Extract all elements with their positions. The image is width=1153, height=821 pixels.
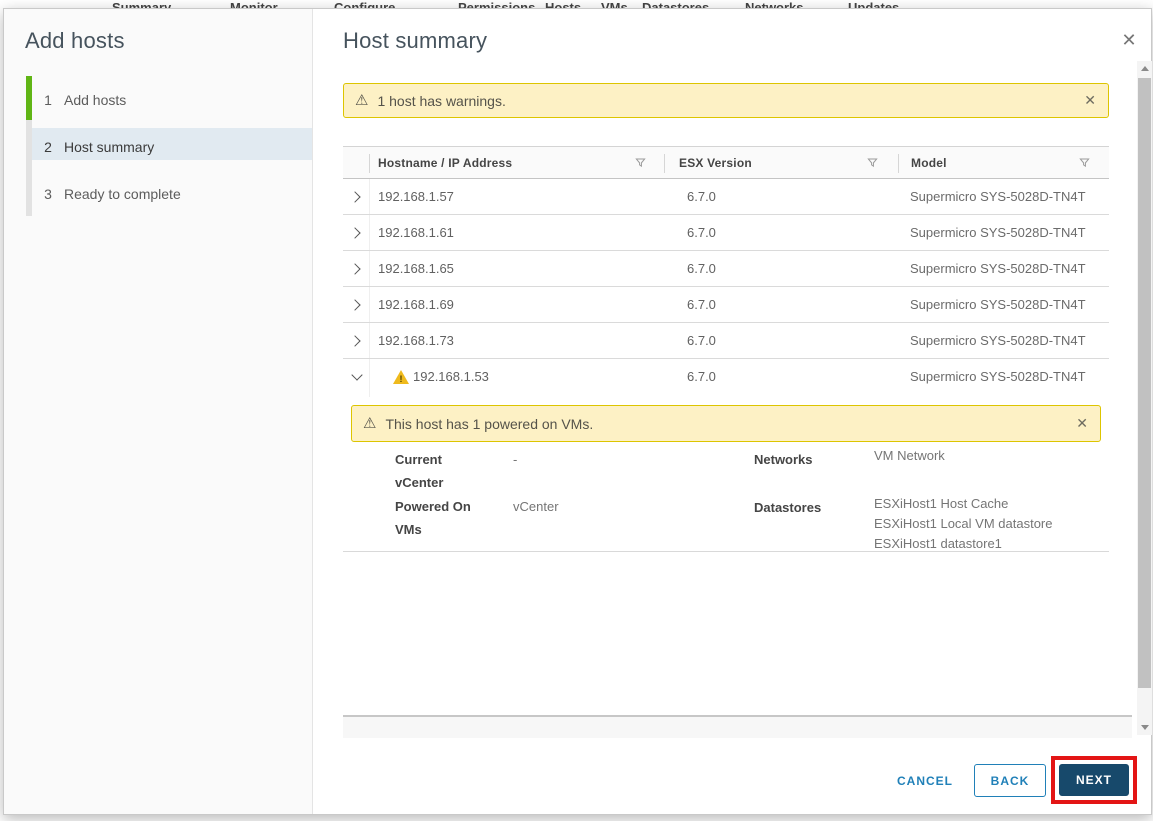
detail-divider <box>343 551 1109 552</box>
host-summary-table: Hostname / IP Address ESX Version Model … <box>343 146 1109 552</box>
powered-on-vms-label: Powered On VMs <box>395 499 471 537</box>
column-header-hostname: Hostname / IP Address <box>378 156 513 170</box>
esx-version-cell: 6.7.0 <box>687 297 716 312</box>
expand-row-icon[interactable] <box>349 299 364 313</box>
model-cell: Supermicro SYS-5028D-TN4T <box>910 225 1086 240</box>
tab-configure[interactable]: Configure <box>334 1 395 9</box>
column-header-model: Model <box>911 156 947 170</box>
wizard-steps-sidebar: Add hosts 1 Add hosts 2 Host summary 3 R… <box>4 9 313 814</box>
model-cell: Supermicro SYS-5028D-TN4T <box>910 189 1086 204</box>
table-row[interactable]: 192.168.1.69 6.7.0 Supermicro SYS-5028D-… <box>343 287 1109 323</box>
networks-label: Networks <box>754 452 813 467</box>
sidebar-step-ready-to-complete[interactable]: 3 Ready to complete <box>26 170 312 217</box>
tab-networks[interactable]: Networks <box>745 1 804 9</box>
tab-permissions[interactable]: Permissions <box>458 1 535 9</box>
expand-row-icon[interactable] <box>349 191 364 205</box>
sidebar-step-add-hosts[interactable]: 1 Add hosts <box>26 76 312 123</box>
tab-summary[interactable]: Summary <box>112 1 171 9</box>
banner-close-icon[interactable]: ✕ <box>1084 92 1096 109</box>
column-header-esx-version: ESX Version <box>679 156 752 170</box>
step-label: Host summary <box>64 138 155 155</box>
hostname-cell: 192.168.1.73 <box>378 333 454 348</box>
table-row-expanded[interactable]: 192.168.1.53 6.7.0 Supermicro SYS-5028D-… <box>343 359 1109 397</box>
model-cell: Supermicro SYS-5028D-TN4T <box>910 297 1086 312</box>
datastore-value: ESXiHost1 Host Cache <box>874 496 1009 511</box>
column-separator <box>898 154 899 173</box>
warning-text: This host has 1 powered on VMs. <box>385 415 594 432</box>
step-number: 2 <box>44 138 52 155</box>
tab-hosts[interactable]: Hosts <box>545 1 581 9</box>
next-button[interactable]: NEXT <box>1059 764 1129 796</box>
hostname-cell: 192.168.1.53 <box>413 369 489 384</box>
esx-version-cell: 6.7.0 <box>687 225 716 240</box>
table-footer-strip <box>343 715 1132 738</box>
model-cell: Supermicro SYS-5028D-TN4T <box>910 369 1086 384</box>
expand-row-icon[interactable] <box>349 335 364 349</box>
scrollbar-thumb[interactable] <box>1138 78 1151 688</box>
cancel-button[interactable]: CANCEL <box>884 767 966 795</box>
step-number: 1 <box>44 91 52 108</box>
sidebar-step-host-summary[interactable]: 2 Host summary <box>26 123 312 170</box>
page-title: Host summary <box>343 28 488 53</box>
warning-icon: ⚠ <box>355 92 369 109</box>
warning-text: 1 host has warnings. <box>377 92 506 109</box>
column-separator <box>369 154 370 173</box>
step-label: Add hosts <box>64 91 127 108</box>
add-hosts-wizard-dialog: Add hosts 1 Add hosts 2 Host summary 3 R… <box>3 8 1152 815</box>
table-row[interactable]: 192.168.1.65 6.7.0 Supermicro SYS-5028D-… <box>343 251 1109 287</box>
expand-row-icon[interactable] <box>349 263 364 277</box>
column-separator <box>664 154 665 173</box>
host-warning-banner: ⚠ This host has 1 powered on VMs. ✕ <box>351 405 1101 442</box>
hostname-cell: 192.168.1.65 <box>378 261 454 276</box>
filter-icon[interactable] <box>635 157 646 168</box>
step-number: 3 <box>44 185 52 202</box>
step-label: Ready to complete <box>64 185 181 202</box>
arrow-down-icon <box>1140 725 1149 730</box>
row-warning-icon <box>393 370 409 384</box>
hosts-warning-banner: ⚠ 1 host has warnings. ✕ <box>343 83 1109 118</box>
datastore-value: ESXiHost1 Local VM datastore <box>874 516 1053 531</box>
model-cell: Supermicro SYS-5028D-TN4T <box>910 261 1086 276</box>
table-row[interactable]: 192.168.1.73 6.7.0 Supermicro SYS-5028D-… <box>343 323 1109 359</box>
current-vcenter-value: - <box>513 452 518 467</box>
background-tab-bar: Summary Monitor Configure Permissions Ho… <box>0 0 1153 9</box>
wizard-title: Add hosts <box>25 28 125 53</box>
hostname-cell: 192.168.1.57 <box>378 189 454 204</box>
scroll-up-button[interactable] <box>1137 61 1152 76</box>
esx-version-cell: 6.7.0 <box>687 333 716 348</box>
networks-value: VM Network <box>874 448 945 463</box>
expand-row-icon[interactable] <box>349 227 364 241</box>
arrow-up-icon <box>1140 66 1149 71</box>
banner-close-icon[interactable]: ✕ <box>1076 415 1088 432</box>
table-row[interactable]: 192.168.1.61 6.7.0 Supermicro SYS-5028D-… <box>343 215 1109 251</box>
esx-version-cell: 6.7.0 <box>687 261 716 276</box>
filter-icon[interactable] <box>867 157 878 168</box>
model-cell: Supermicro SYS-5028D-TN4T <box>910 333 1086 348</box>
tab-datastores[interactable]: Datastores <box>642 1 709 9</box>
table-header: Hostname / IP Address ESX Version Model <box>343 146 1109 179</box>
powered-on-vms-value: vCenter <box>513 499 559 514</box>
filter-icon[interactable] <box>1079 157 1090 168</box>
back-button[interactable]: BACK <box>974 764 1046 797</box>
hostname-cell: 192.168.1.69 <box>378 297 454 312</box>
warning-icon: ⚠ <box>363 415 377 432</box>
tab-vms[interactable]: VMs <box>601 1 628 9</box>
datastores-label: Datastores <box>754 500 822 515</box>
collapse-row-icon[interactable] <box>350 369 364 385</box>
vertical-scrollbar[interactable] <box>1137 61 1152 735</box>
esx-version-cell: 6.7.0 <box>687 369 716 384</box>
scroll-down-button[interactable] <box>1137 720 1152 735</box>
red-annotation-box: NEXT <box>1051 756 1137 804</box>
table-row[interactable]: 192.168.1.57 6.7.0 Supermicro SYS-5028D-… <box>343 179 1109 215</box>
hostname-cell: 192.168.1.61 <box>378 225 454 240</box>
esx-version-cell: 6.7.0 <box>687 189 716 204</box>
tab-monitor[interactable]: Monitor <box>230 1 278 9</box>
close-dialog-icon[interactable]: ✕ <box>1116 27 1142 53</box>
current-vcenter-label: Current vCenter <box>395 452 444 490</box>
tab-updates[interactable]: Updates <box>848 1 899 9</box>
